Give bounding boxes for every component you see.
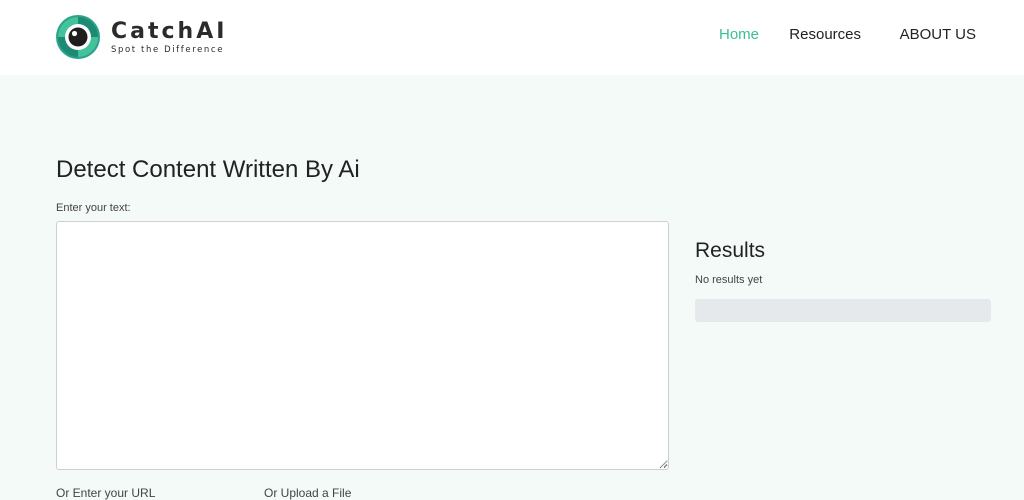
file-upload-label: Or Upload a File (264, 486, 352, 500)
results-status: No results yet (695, 274, 763, 286)
nav-resources-link[interactable]: Resources (789, 25, 861, 45)
brand-name: CatchAI (111, 18, 228, 44)
camera-lens-eye-icon (56, 15, 100, 59)
brand-tagline: Spot the Difference (111, 44, 225, 55)
top-header: CatchAI Spot the Difference Home Resourc… (0, 0, 1024, 75)
brand-text: CatchAI Spot the Difference (111, 18, 228, 55)
page-title: Detect Content Written By Ai (56, 156, 360, 183)
text-input-label: Enter your text: (56, 202, 131, 214)
brand-logo[interactable]: CatchAI Spot the Difference (55, 14, 227, 60)
results-title: Results (695, 239, 766, 262)
nav-about-link[interactable]: ABOUT US (900, 25, 976, 45)
nav-home-link[interactable]: Home (719, 25, 759, 45)
results-progress-bar (695, 299, 991, 322)
text-input-area[interactable] (56, 221, 669, 470)
url-input-label: Or Enter your URL (56, 486, 156, 500)
resize-grip-icon[interactable] (660, 460, 668, 468)
